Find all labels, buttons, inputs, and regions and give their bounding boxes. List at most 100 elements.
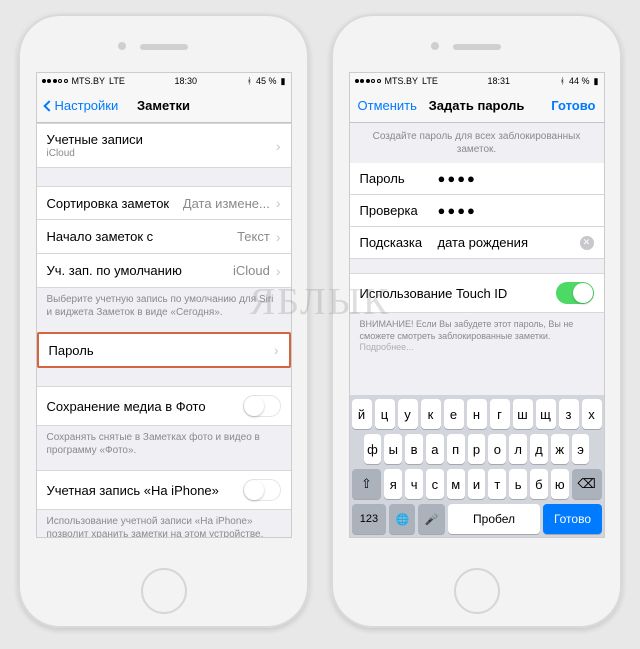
key-м[interactable]: м: [447, 469, 465, 499]
key-ь[interactable]: ь: [509, 469, 527, 499]
camera-dot: [118, 42, 126, 50]
key-х[interactable]: х: [582, 399, 602, 429]
key-а[interactable]: а: [426, 434, 444, 464]
cell-touchid[interactable]: Использование Touch ID: [350, 273, 604, 313]
battery-icon: ▮: [594, 76, 599, 87]
savemedia-label: Сохранение медиа в Фото: [47, 399, 206, 414]
default-footer: Выберите учетную запись по умолчанию для…: [37, 288, 291, 324]
speaker-slot: [140, 44, 188, 50]
start-value: Текст: [237, 229, 270, 244]
key-о[interactable]: о: [488, 434, 506, 464]
key-д[interactable]: д: [530, 434, 548, 464]
back-label: Настройки: [55, 98, 119, 113]
keyboard[interactable]: йцукенгшщзх фывапролджэ ⇧ ячсмитьбю ⌫ 12…: [350, 395, 604, 537]
battery-label: 44 %: [569, 76, 590, 86]
cell-sort[interactable]: Сортировка заметок Дата измене...›: [37, 186, 291, 220]
key-з[interactable]: з: [559, 399, 579, 429]
touchid-label: Использование Touch ID: [360, 286, 508, 301]
chevron-left-icon: [43, 100, 54, 111]
key-н[interactable]: н: [467, 399, 487, 429]
mic-key[interactable]: 🎤: [418, 504, 444, 534]
status-bar: MTS.BY LTE 18:31 ᚼ 44 % ▮: [350, 73, 604, 89]
hint-field-row[interactable]: Подсказка дата рождения ✕: [350, 227, 604, 259]
key-в[interactable]: в: [405, 434, 423, 464]
accounts-sub: iCloud: [47, 148, 143, 159]
key-л[interactable]: л: [509, 434, 527, 464]
key-б[interactable]: б: [530, 469, 548, 499]
battery-icon: ▮: [281, 76, 286, 87]
cell-start[interactable]: Начало заметок с Текст ›: [37, 220, 291, 254]
phone-left: MTS.BY LTE 18:30 ᚼ 45 % ▮ Настройки Заме…: [18, 14, 309, 628]
key-ч[interactable]: ч: [405, 469, 423, 499]
nav-bar: Настройки Заметки: [37, 89, 291, 123]
globe-key[interactable]: 🌐: [389, 504, 415, 534]
key-ш[interactable]: ш: [513, 399, 533, 429]
password-field-row[interactable]: Пароль ●●●●: [350, 163, 604, 195]
key-ц[interactable]: ц: [375, 399, 395, 429]
settings-list[interactable]: Учетные записи iCloud › Сортировка замет…: [37, 123, 291, 537]
key-г[interactable]: г: [490, 399, 510, 429]
cell-save-media[interactable]: Сохранение медиа в Фото: [37, 386, 291, 426]
clear-icon[interactable]: ✕: [580, 236, 594, 250]
shift-key[interactable]: ⇧: [352, 469, 382, 499]
savemedia-switch[interactable]: [243, 395, 281, 417]
key-у[interactable]: у: [398, 399, 418, 429]
bluetooth-icon: ᚼ: [247, 76, 252, 86]
key-ж[interactable]: ж: [551, 434, 569, 464]
key-ф[interactable]: ф: [364, 434, 382, 464]
cancel-button[interactable]: Отменить: [358, 98, 417, 113]
screen-right: MTS.BY LTE 18:31 ᚼ 44 % ▮ Отменить Задат…: [349, 72, 605, 538]
hint-value[interactable]: дата рождения: [438, 235, 580, 250]
clock: 18:30: [174, 76, 197, 86]
sort-label: Сортировка заметок: [47, 196, 170, 211]
camera-dot: [431, 42, 439, 50]
password-value[interactable]: ●●●●: [438, 171, 594, 186]
touchid-switch[interactable]: [556, 282, 594, 304]
cell-on-iphone[interactable]: Учетная запись «На iPhone»: [37, 470, 291, 510]
key-ю[interactable]: ю: [551, 469, 569, 499]
home-button[interactable]: [454, 568, 500, 614]
verify-field-row[interactable]: Проверка ●●●●: [350, 195, 604, 227]
chevron-right-icon: ›: [276, 229, 281, 245]
warning-text: ВНИМАНИЕ! Если Вы забудете этот пароль, …: [350, 313, 604, 360]
oniphone-switch[interactable]: [243, 479, 281, 501]
clock: 18:31: [487, 76, 510, 86]
key-п[interactable]: п: [447, 434, 465, 464]
cell-default-account[interactable]: Уч. зап. по умолчанию iCloud›: [37, 254, 291, 288]
verify-value[interactable]: ●●●●: [438, 203, 594, 218]
delete-key[interactable]: ⌫: [572, 469, 602, 499]
key-к[interactable]: к: [421, 399, 441, 429]
home-button[interactable]: [141, 568, 187, 614]
space-key[interactable]: Пробел: [448, 504, 541, 534]
start-label: Начало заметок с: [47, 229, 154, 244]
password-form: Создайте пароль для всех заблокированных…: [350, 123, 604, 537]
key-т[interactable]: т: [488, 469, 506, 499]
key-р[interactable]: р: [468, 434, 486, 464]
key-щ[interactable]: щ: [536, 399, 556, 429]
savemedia-footer: Сохранять снятые в Заметках фото и видео…: [37, 426, 291, 462]
numeric-key[interactable]: 123: [352, 504, 387, 534]
key-row-1: йцукенгшщзх: [352, 399, 602, 429]
key-и[interactable]: и: [468, 469, 486, 499]
chevron-right-icon: ›: [276, 263, 281, 279]
back-button[interactable]: Настройки: [45, 98, 119, 113]
key-я[interactable]: я: [384, 469, 402, 499]
key-э[interactable]: э: [572, 434, 590, 464]
key-row-2: фывапролджэ: [352, 434, 602, 464]
key-е[interactable]: е: [444, 399, 464, 429]
learn-more-link[interactable]: Подробнее...: [360, 342, 414, 352]
return-key[interactable]: Готово: [543, 504, 601, 534]
key-ы[interactable]: ы: [384, 434, 402, 464]
phone-right: MTS.BY LTE 18:31 ᚼ 44 % ▮ Отменить Задат…: [331, 14, 622, 628]
verify-label: Проверка: [360, 203, 438, 218]
cell-accounts[interactable]: Учетные записи iCloud ›: [37, 123, 291, 168]
key-с[interactable]: с: [426, 469, 444, 499]
sort-value: Дата измене...: [183, 196, 270, 211]
key-й[interactable]: й: [352, 399, 372, 429]
network-label: LTE: [109, 76, 125, 86]
password-label: Пароль: [360, 171, 438, 186]
password-label: Пароль: [49, 343, 94, 358]
done-button[interactable]: Готово: [551, 98, 595, 113]
cell-password[interactable]: Пароль ›: [37, 332, 291, 368]
key-row-3: ⇧ ячсмитьбю ⌫: [352, 469, 602, 499]
